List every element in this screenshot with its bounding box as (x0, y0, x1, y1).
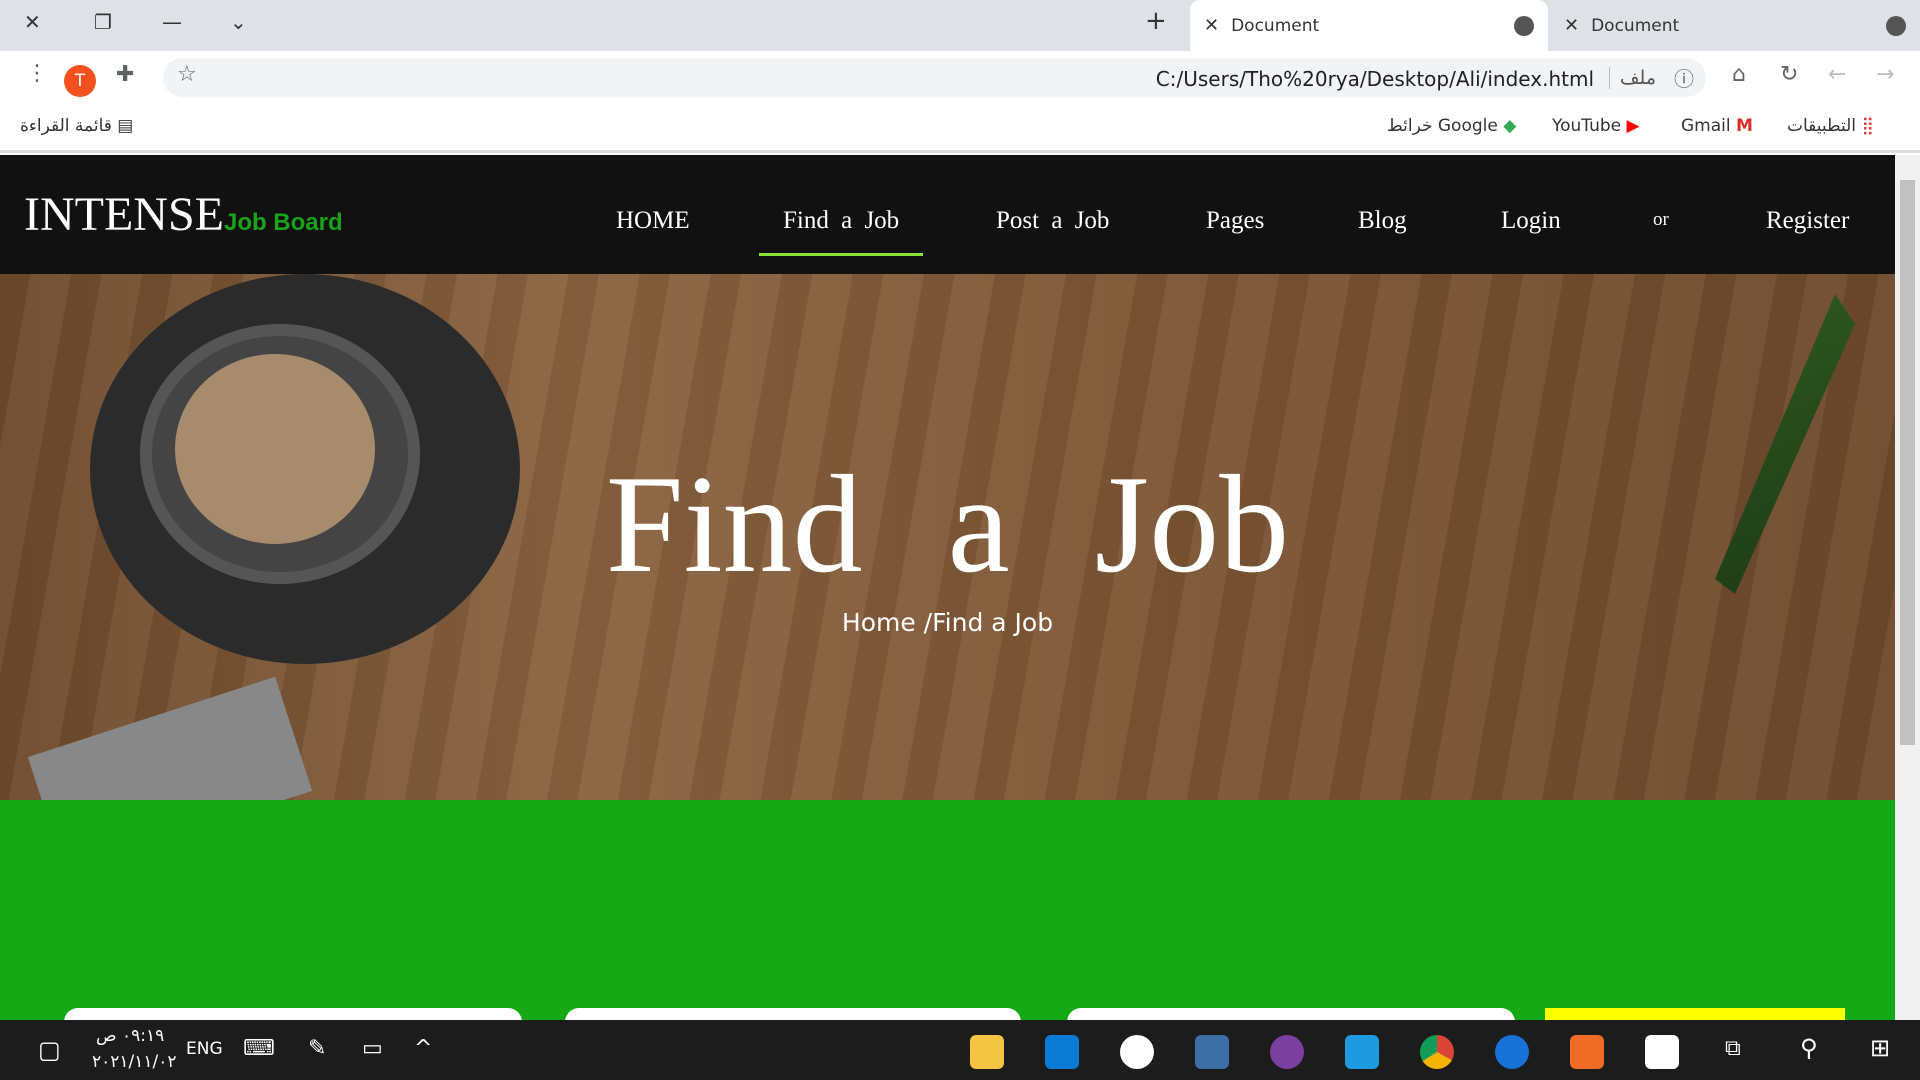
breadcrumb: Home /Find a Job (841, 608, 1054, 637)
extensions-icon[interactable]: ✚ (116, 62, 134, 87)
xampp-icon[interactable] (1570, 1035, 1604, 1069)
gmail-icon: M (1736, 116, 1753, 136)
reading-list[interactable]: قائمة القراءة ▤ (20, 116, 133, 136)
new-tab-icon[interactable]: + (1145, 6, 1167, 36)
hero-title: Find a Job (605, 447, 1290, 602)
apps-grid-icon: ⣿ (1861, 116, 1874, 136)
clock-date[interactable]: ٢٠٢١/١١/٠٢ (92, 1052, 177, 1072)
bookmark-youtube[interactable]: YouTube ▶ (1552, 116, 1640, 136)
keyboard-icon[interactable]: ⌨ (243, 1036, 275, 1061)
windows-start-icon[interactable]: ⊞ (1870, 1034, 1890, 1062)
bookmark-maps[interactable]: خرائط Google ◆ (1387, 116, 1516, 136)
nav-home[interactable]: HOME (616, 207, 690, 235)
chrome-icon[interactable] (1420, 1035, 1454, 1069)
notification-icon[interactable]: ▢ (38, 1036, 61, 1064)
pen-icon[interactable]: ✎ (308, 1036, 326, 1061)
info-icon[interactable]: ⓘ (1674, 63, 1694, 92)
site-navbar: INTENSEJob Board HOME Find a Job Post a … (0, 155, 1895, 274)
edge-icon[interactable] (1495, 1035, 1529, 1069)
nav-post-a-job[interactable]: Post a Job (996, 207, 1109, 235)
github-desktop-icon[interactable] (1270, 1035, 1304, 1069)
language-indicator[interactable]: ENG (186, 1039, 223, 1059)
close-tab-icon[interactable]: ✕ (1564, 15, 1579, 36)
maps-icon: ◆ (1503, 116, 1517, 136)
close-window-icon[interactable]: ✕ (24, 10, 41, 34)
bookmarks-bar: قائمة القراءة ▤ التطبيقات ⣿ Gmail M YouT… (0, 103, 1920, 153)
battery-icon[interactable]: ▭ (362, 1036, 383, 1061)
scrollbar-thumb[interactable] (1900, 180, 1915, 745)
vscode-icon[interactable] (1045, 1035, 1079, 1069)
green-section (0, 800, 1895, 1028)
show-hidden-icons[interactable]: ^ (414, 1036, 432, 1061)
app-icon[interactable] (1195, 1035, 1229, 1069)
globe-icon (1886, 15, 1906, 36)
taskbar: ▢ ٠٩:١٩ ص ٢٠٢١/١١/٠٢ ENG ⌨ ✎ ▭ ^ ⧉ ⚲ ⊞ (0, 1020, 1920, 1080)
reading-list-icon: ▤ (117, 116, 134, 136)
task-view-icon[interactable]: ⧉ (1725, 1036, 1741, 1061)
tab-document-2[interactable]: ✕ Document (1550, 0, 1920, 51)
scrollbar[interactable] (1895, 155, 1920, 1020)
bookmark-gmail[interactable]: Gmail M (1681, 116, 1753, 136)
nav-pages[interactable]: Pages (1206, 207, 1264, 235)
nav-find-a-job[interactable]: Find a Job (758, 207, 924, 256)
youtube-icon: ▶ (1626, 116, 1640, 136)
file-explorer-icon[interactable] (970, 1035, 1004, 1069)
search-icon[interactable]: ⚲ (1800, 1034, 1818, 1062)
clock-time[interactable]: ٠٩:١٩ ص (96, 1026, 164, 1046)
hero-banner: Find a Job Home /Find a Job (0, 274, 1895, 800)
nav-blog[interactable]: Blog (1358, 207, 1407, 235)
address-bar-row: ⋮ T ✚ ☆ C:/Users/Tho%20rya/Desktop/Ali/i… (0, 51, 1920, 103)
forward-icon[interactable]: → (1876, 62, 1894, 87)
avatar[interactable]: T (64, 65, 96, 97)
globe-icon (1514, 15, 1534, 36)
brackets-icon[interactable] (1345, 1035, 1379, 1069)
book-image (27, 676, 313, 800)
nav-login[interactable]: Login (1501, 207, 1561, 235)
star-icon[interactable]: ☆ (177, 62, 197, 87)
nav-or: or (1653, 209, 1669, 230)
home-icon[interactable]: ⌂ (1732, 62, 1746, 87)
back-icon[interactable]: ← (1828, 62, 1846, 87)
tab-search-icon[interactable]: ⌄ (230, 10, 247, 34)
store-icon[interactable] (1645, 1035, 1679, 1069)
menu-icon[interactable]: ⋮ (26, 61, 48, 86)
tab-document-1[interactable]: ✕ Document (1190, 0, 1548, 51)
url-input[interactable]: ☆ C:/Users/Tho%20rya/Desktop/Ali/index.h… (163, 58, 1706, 97)
bookmark-apps[interactable]: التطبيقات ⣿ (1787, 116, 1874, 136)
close-tab-icon[interactable]: ✕ (1204, 15, 1219, 36)
minimize-window-icon[interactable]: — (162, 10, 182, 34)
restore-window-icon[interactable]: ❐ (94, 10, 112, 34)
site-logo[interactable]: INTENSEJob Board (24, 187, 343, 242)
reload-icon[interactable]: ↻ (1780, 62, 1798, 87)
app-icon[interactable] (1120, 1035, 1154, 1069)
nav-register[interactable]: Register (1766, 207, 1849, 235)
tab-bar: ✕ ❐ — ⌄ + ✕ Document ✕ Document (0, 0, 1920, 51)
